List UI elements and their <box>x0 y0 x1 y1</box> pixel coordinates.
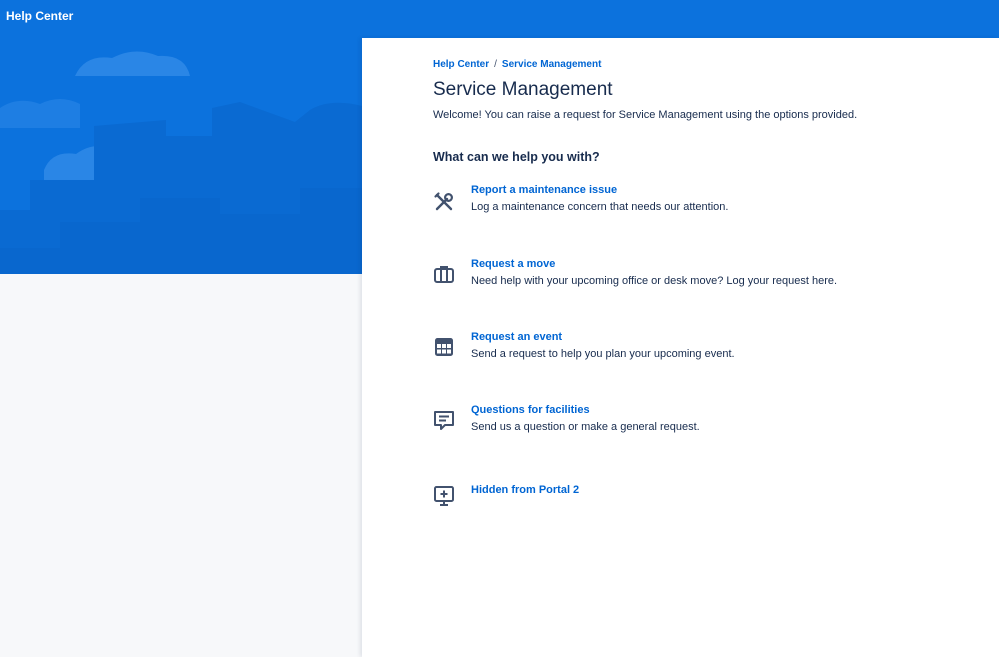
request-title[interactable]: Request a move <box>471 258 555 270</box>
request-type-maintenance[interactable]: Report a maintenance issue Log a mainten… <box>432 184 912 230</box>
top-bar: Help Center <box>0 0 999 38</box>
request-type-hidden-portal-2[interactable]: Hidden from Portal 2 <box>432 484 912 530</box>
help-center-link[interactable]: Help Center <box>6 9 73 23</box>
request-title[interactable]: Questions for facilities <box>471 404 590 416</box>
request-description: Send a request to help you plan your upc… <box>471 348 735 360</box>
welcome-message: Welcome! You can raise a request for Ser… <box>433 109 858 121</box>
request-title[interactable]: Hidden from Portal 2 <box>471 484 579 496</box>
request-type-move[interactable]: Request a move Need help with your upcom… <box>432 258 912 304</box>
briefcase-icon <box>432 262 456 286</box>
calendar-grid-icon <box>432 335 456 359</box>
request-description: Need help with your upcoming office or d… <box>471 275 838 287</box>
portal-panel: Help Center / Service Management Service M… <box>362 38 999 657</box>
request-type-facilities[interactable]: Questions for facilities Send us a quest… <box>432 404 912 450</box>
request-title[interactable]: Report a maintenance issue <box>471 184 617 196</box>
breadcrumb-service-management[interactable]: Service Management <box>502 59 602 70</box>
monitor-add-icon <box>432 484 456 508</box>
request-description: Send us a question or make a general req… <box>471 421 700 433</box>
section-heading: What can we help you with? <box>433 150 600 164</box>
header-banner <box>0 38 362 274</box>
request-type-event[interactable]: Request an event Send a request to help … <box>432 331 912 377</box>
breadcrumb-help-center[interactable]: Help Center <box>433 59 489 70</box>
breadcrumb-separator: / <box>494 59 497 70</box>
banner-illustration <box>0 38 362 274</box>
request-title[interactable]: Request an event <box>471 331 562 343</box>
page-title: Service Management <box>433 79 613 100</box>
message-icon <box>432 408 456 432</box>
breadcrumb: Help Center / Service Management <box>433 59 601 70</box>
tools-icon <box>432 190 456 214</box>
request-description: Log a maintenance concern that needs our… <box>471 201 729 213</box>
